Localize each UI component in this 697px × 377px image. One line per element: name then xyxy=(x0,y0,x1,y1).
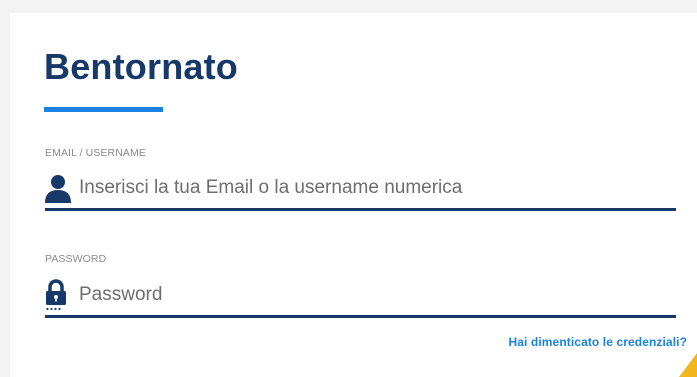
user-icon xyxy=(45,171,75,205)
email-field-label: EMAIL / USERNAME xyxy=(45,147,146,159)
lock-icon xyxy=(45,278,75,312)
login-card: Bentornato EMAIL / USERNAME PASSWORD xyxy=(10,13,697,377)
email-field[interactable] xyxy=(45,171,676,211)
email-input[interactable] xyxy=(79,171,669,205)
page-title: Bentornato xyxy=(44,46,238,87)
password-field-label: PASSWORD xyxy=(45,253,107,265)
title-accent-bar xyxy=(44,107,163,112)
corner-accent xyxy=(679,353,697,377)
forgot-credentials-link[interactable]: Hai dimenticato le credenziali? xyxy=(509,335,687,349)
password-field[interactable] xyxy=(45,278,676,318)
password-input[interactable] xyxy=(79,278,669,312)
